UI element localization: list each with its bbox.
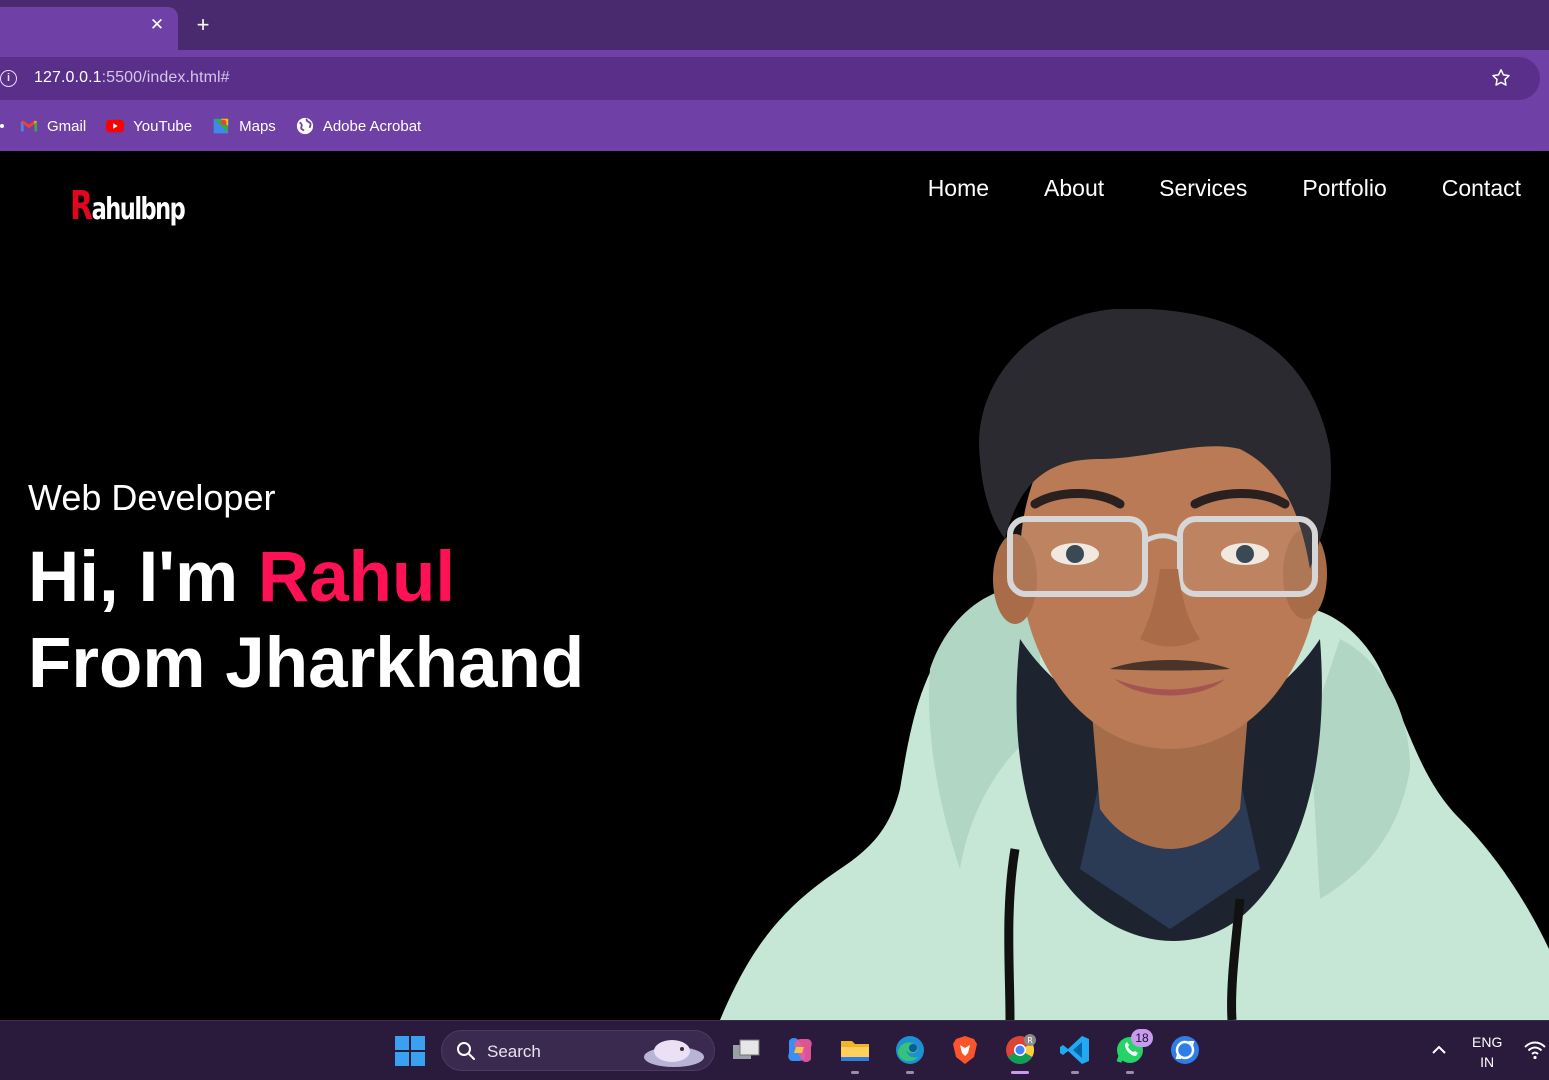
- region-code: IN: [1480, 1054, 1495, 1070]
- vscode-icon[interactable]: [1058, 1033, 1092, 1067]
- bookmark-star-icon[interactable]: [1490, 67, 1512, 89]
- hero-name: Rahul: [257, 538, 456, 617]
- address-bar[interactable]: i 127.0.0.1:5500/index.html#: [0, 57, 1540, 100]
- bookmarks-bar: Gmail YouTube Maps Adobe Acrobat: [0, 112, 441, 140]
- running-indicator: [851, 1071, 859, 1074]
- youtube-icon: [106, 119, 125, 133]
- globe-icon: [296, 117, 313, 135]
- copilot-icon[interactable]: [783, 1033, 817, 1067]
- new-tab-button[interactable]: +: [192, 14, 214, 36]
- running-indicator: [906, 1071, 914, 1074]
- search-placeholder: Search: [487, 1042, 541, 1061]
- windows-start-icon[interactable]: [394, 1035, 426, 1067]
- active-indicator: [1011, 1071, 1029, 1074]
- nav-portfolio[interactable]: Portfolio: [1302, 175, 1386, 202]
- site-logo[interactable]: Rahulbnp: [70, 183, 186, 229]
- nav-contact[interactable]: Contact: [1442, 175, 1521, 202]
- chrome-icon[interactable]: R: [1003, 1033, 1037, 1067]
- edge-icon[interactable]: [893, 1033, 927, 1067]
- search-highlight-icon: [644, 1040, 704, 1067]
- site-info-icon[interactable]: i: [0, 70, 17, 87]
- close-tab-icon[interactable]: ✕: [148, 16, 166, 34]
- nav-services[interactable]: Services: [1159, 175, 1247, 202]
- svg-text:R: R: [1027, 1036, 1033, 1045]
- screen: ✕ + i 127.0.0.1:5500/index.html# Gmail Y…: [0, 0, 1549, 1080]
- browser-toolbar: i 127.0.0.1:5500/index.html# Gmail YouTu…: [0, 50, 1549, 151]
- hero-greeting: Hi, I'm: [28, 538, 258, 617]
- hero-title: Hi, I'm Rahul From Jharkhand: [28, 535, 584, 707]
- chevron-up-icon[interactable]: [1430, 1041, 1448, 1059]
- url-text[interactable]: 127.0.0.1:5500/index.html#: [34, 69, 230, 87]
- taskbar: Search R 18 ENG IN: [0, 1020, 1549, 1080]
- file-explorer-icon[interactable]: [838, 1033, 872, 1067]
- notification-badge: 18: [1131, 1029, 1153, 1047]
- webpage: Rahulbnp Home About Services Portfolio C…: [0, 151, 1549, 1020]
- running-indicator: [1071, 1071, 1079, 1074]
- running-indicator: [1126, 1071, 1134, 1074]
- bookmark-label: YouTube: [133, 117, 193, 135]
- task-view-icon[interactable]: [729, 1033, 763, 1067]
- brave-icon[interactable]: [948, 1033, 982, 1067]
- hero-subtitle: Web Developer: [28, 477, 276, 518]
- wifi-icon[interactable]: [1523, 1039, 1547, 1061]
- bookmark-youtube[interactable]: YouTube: [106, 112, 192, 140]
- bookmark-adobe-acrobat[interactable]: Adobe Acrobat: [296, 112, 421, 140]
- hero-location: From Jharkhand: [28, 624, 585, 703]
- sync-app-icon[interactable]: [1168, 1033, 1202, 1067]
- main-nav: Home About Services Portfolio Contact: [873, 175, 1521, 202]
- language-indicator[interactable]: ENG IN: [1472, 1032, 1502, 1072]
- maps-icon: [213, 118, 229, 134]
- url-path: :5500/index.html#: [101, 69, 230, 86]
- logo-text: ahulbnp: [91, 192, 186, 227]
- search-icon: [457, 1042, 475, 1060]
- bookmark-maps[interactable]: Maps: [212, 112, 276, 140]
- nav-home[interactable]: Home: [928, 175, 989, 202]
- bookmark-label: Gmail: [47, 117, 87, 135]
- profile-photo: [720, 309, 1549, 1020]
- taskbar-search-box[interactable]: Search: [441, 1030, 715, 1071]
- logo-initial: R: [70, 183, 93, 229]
- gmail-icon: [20, 120, 38, 132]
- bookmark-label: Adobe Acrobat: [322, 117, 422, 135]
- tab-strip: ✕ +: [0, 0, 1549, 50]
- nav-about[interactable]: About: [1044, 175, 1104, 202]
- bookmark-label: Maps: [239, 117, 276, 135]
- url-host: 127.0.0.1: [34, 69, 102, 86]
- active-tab[interactable]: ✕: [0, 7, 178, 50]
- language-code: ENG: [1472, 1034, 1503, 1050]
- bookmark-gmail[interactable]: Gmail: [20, 112, 86, 140]
- bookmark-overflow-dot: [0, 124, 4, 128]
